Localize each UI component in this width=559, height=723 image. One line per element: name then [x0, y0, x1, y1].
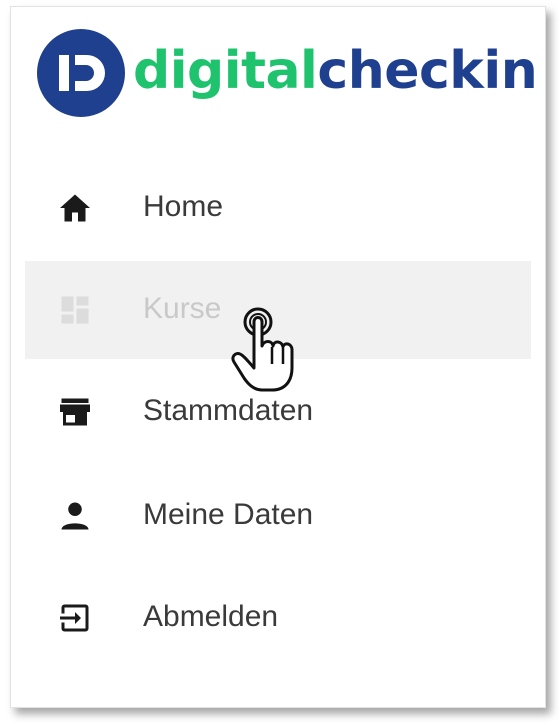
nav-label-abmelden: Abmelden	[143, 600, 279, 633]
logo-text-digital: digital	[133, 41, 318, 101]
nav-label-kurse: Kurse	[143, 292, 222, 325]
hand-pointer-icon	[231, 307, 294, 392]
nav-label-meine-daten: Meine Daten	[143, 498, 314, 531]
logo-mark-icon	[37, 29, 125, 117]
store-icon	[60, 398, 90, 426]
logo-text-checkin: checkin	[317, 41, 538, 101]
logout-icon	[60, 604, 89, 632]
nav-item-meine-daten[interactable]: Meine Daten	[25, 467, 531, 565]
nav-label-stammdaten: Stammdaten	[143, 394, 314, 427]
nav-label-home: Home	[143, 190, 224, 223]
home-icon	[60, 194, 90, 222]
app-logo: digitalcheckin	[35, 27, 538, 119]
person-icon	[61, 502, 89, 530]
dashboard-icon	[61, 296, 89, 324]
logo-wordmark: digitalcheckin	[133, 41, 538, 101]
nav-item-home[interactable]: Home	[25, 159, 531, 257]
nav-item-abmelden[interactable]: Abmelden	[25, 569, 531, 667]
